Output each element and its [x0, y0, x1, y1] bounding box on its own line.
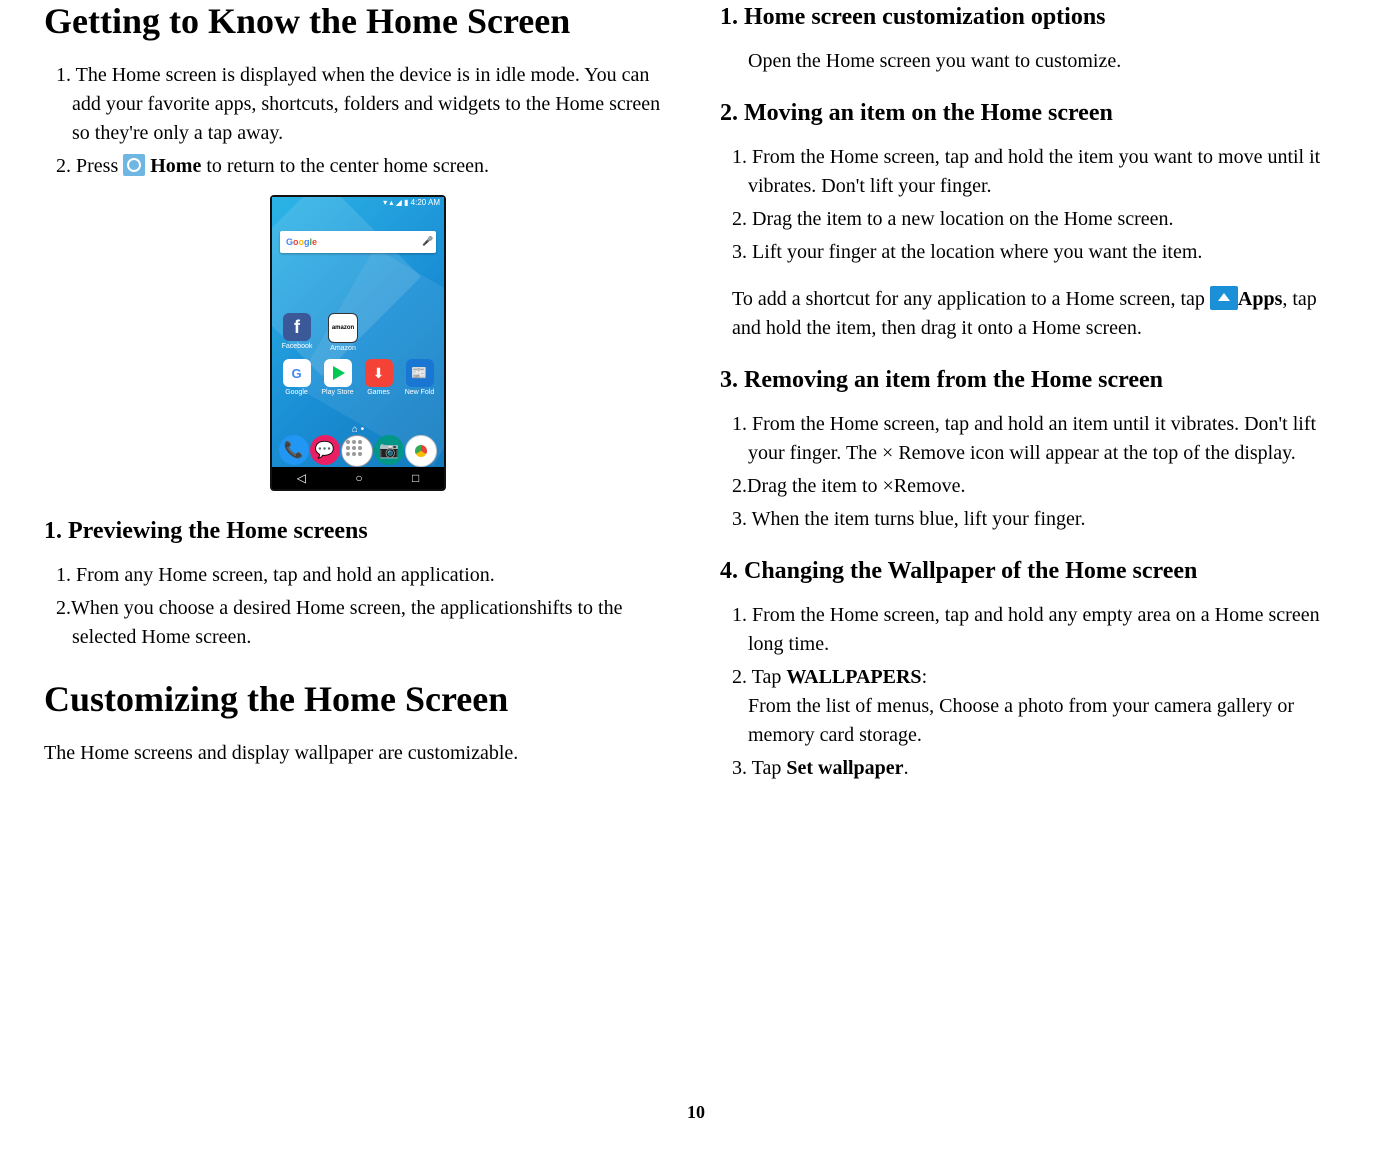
heading-customization-options: 1. Home screen customization options: [720, 4, 1348, 31]
nav-recent-icon: □: [412, 471, 419, 485]
app-games: ⬇Games: [360, 359, 398, 396]
opt-step: Open the Home screen you want to customi…: [720, 47, 1348, 76]
apps-icon: [1210, 286, 1238, 310]
heading-moving-item: 2. Moving an item on the Home screen: [720, 100, 1348, 127]
status-time: 4:20 AM: [411, 198, 440, 207]
apps-label: Apps: [1238, 288, 1282, 310]
wall-step3: 3. Tap Set wallpaper.: [720, 754, 1348, 783]
status-bar: ▾ ▴ ◢ ▮ 4:20 AM: [272, 197, 444, 211]
phone-frame: ▾ ▴ ◢ ▮ 4:20 AM Google fFacebook amazonA…: [270, 195, 446, 491]
page-indicator: ⌂ •: [272, 424, 444, 435]
move-step1: 1. From the Home screen, tap and hold th…: [720, 143, 1348, 201]
dock-camera-icon: 📷: [374, 435, 404, 465]
dock-phone-icon: 📞: [279, 435, 309, 465]
google-search-bar: Google: [280, 231, 436, 253]
preview-step1: 1. From any Home screen, tap and hold an…: [44, 561, 672, 590]
remove-step1: 1. From the Home screen, tap and hold an…: [720, 410, 1348, 468]
home-label: Home: [150, 155, 201, 177]
nav-back-icon: ◁: [297, 471, 306, 485]
left-column: Getting to Know the Home Screen 1. The H…: [20, 0, 696, 1090]
nav-bar: ◁ ○ □: [272, 467, 444, 489]
remove-step2: 2.Drag the item to ×Remove.: [720, 472, 1348, 501]
app-google: GGoogle: [278, 359, 316, 396]
heading-getting-to-know: Getting to Know the Home Screen: [44, 0, 672, 43]
home-icon: [123, 154, 145, 176]
phone-screenshot: ▾ ▴ ◢ ▮ 4:20 AM Google fFacebook amazonA…: [44, 195, 672, 494]
nav-home-icon: ○: [355, 471, 362, 485]
dock: 📞 💬 📷: [272, 435, 444, 467]
app-amazon: amazonAmazon: [324, 313, 362, 352]
para-customizable: The Home screens and display wallpaper a…: [44, 739, 672, 768]
google-logo: Google: [280, 237, 317, 247]
wall-step2: 2. Tap WALLPAPERS: From the list of menu…: [720, 663, 1348, 750]
move-tip: To add a shortcut for any application to…: [720, 285, 1348, 343]
phone-screen: ▾ ▴ ◢ ▮ 4:20 AM Google fFacebook amazonA…: [272, 197, 444, 489]
page-content: Getting to Know the Home Screen 1. The H…: [0, 0, 1392, 1090]
heading-change-wallpaper: 4. Changing the Wallpaper of the Home sc…: [720, 558, 1348, 585]
remove-step3: 3. When the item turns blue, lift your f…: [720, 505, 1348, 534]
heading-removing-item: 3. Removing an item from the Home screen: [720, 367, 1348, 394]
heading-customizing: Customizing the Home Screen: [44, 678, 672, 721]
app-playstore: Play Store: [319, 359, 357, 396]
right-column: 1. Home screen customization options Ope…: [696, 0, 1372, 1090]
set-wallpaper-label: Set wallpaper: [786, 757, 903, 779]
dock-drawer-icon: [341, 435, 373, 467]
preview-step2: 2.When you choose a desired Home screen,…: [44, 594, 672, 652]
move-step2: 2. Drag the item to a new location on th…: [720, 205, 1348, 234]
dock-chrome-icon: [405, 435, 437, 467]
wallpapers-label: WALLPAPERS: [786, 666, 921, 688]
app-facebook: fFacebook: [278, 313, 316, 352]
heading-previewing: 1. Previewing the Home screens: [44, 518, 672, 545]
page-number: 10: [0, 1102, 1392, 1123]
para-press-home: 2. Press Home to return to the center ho…: [44, 152, 672, 181]
mic-icon: [422, 236, 430, 248]
move-step3: 3. Lift your finger at the location wher…: [720, 238, 1348, 267]
wall-step1: 1. From the Home screen, tap and hold an…: [720, 601, 1348, 659]
app-newfold: 📰New Fold: [401, 359, 439, 396]
dock-message-icon: 💬: [310, 435, 340, 465]
para-idle-mode: 1. The Home screen is displayed when the…: [44, 61, 672, 148]
